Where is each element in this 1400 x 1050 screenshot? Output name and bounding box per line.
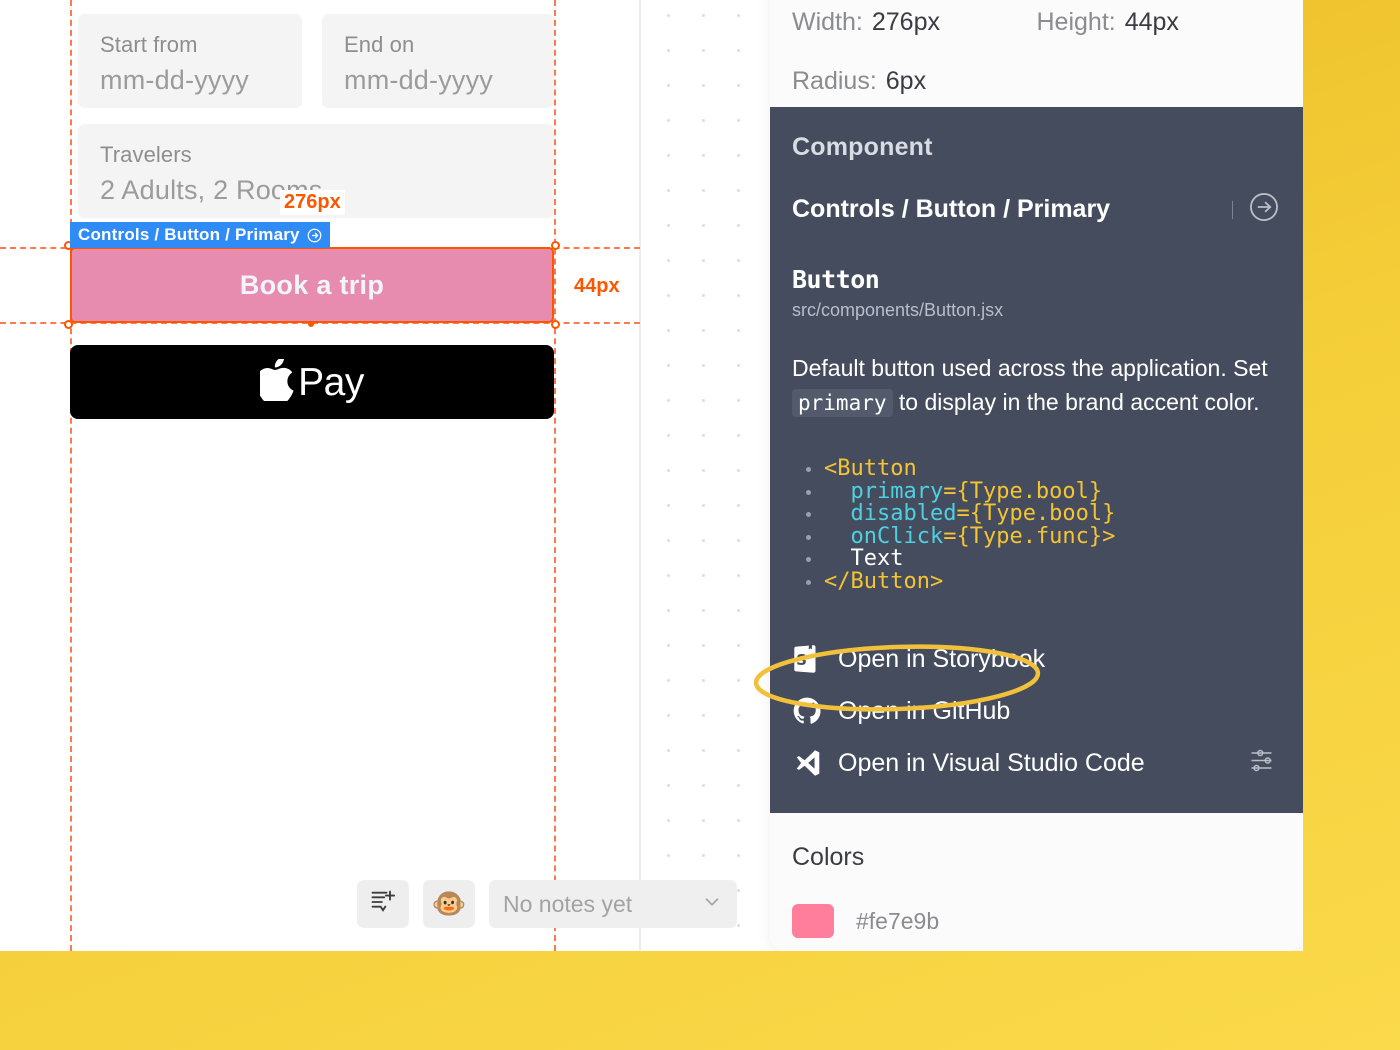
code-token: primary bbox=[851, 479, 944, 504]
code-token: ={Type.func}> bbox=[943, 524, 1115, 549]
code-token: Text bbox=[824, 546, 903, 571]
add-note-button[interactable] bbox=[357, 880, 409, 928]
apple-pay-button[interactable]: Pay bbox=[70, 345, 554, 419]
component-section-title: Component bbox=[792, 133, 1281, 162]
code-token: ={Type.bool} bbox=[956, 501, 1115, 526]
color-swatch[interactable] bbox=[792, 904, 834, 938]
code-token: onClick bbox=[851, 524, 944, 549]
color-swatch-row[interactable]: #fe7e9b bbox=[792, 904, 1281, 938]
component-file-path: src/components/Button.jsx bbox=[792, 300, 1281, 321]
code-line: Text bbox=[806, 548, 1281, 571]
color-hex-label: #fe7e9b bbox=[856, 908, 939, 935]
code-line: </Button> bbox=[806, 571, 1281, 594]
component-description: Default button used across the applicati… bbox=[792, 351, 1281, 420]
resize-handle-top-right[interactable] bbox=[551, 241, 560, 250]
settings-sliders-icon[interactable] bbox=[1249, 746, 1279, 781]
resize-handle-bottom-left[interactable] bbox=[64, 320, 73, 329]
arrow-circle-right-icon[interactable] bbox=[307, 228, 322, 243]
link-open-in-vscode[interactable]: Open in Visual Studio Code bbox=[792, 737, 1281, 789]
component-tag-chip[interactable]: Controls / Button / Primary bbox=[70, 222, 330, 248]
metric-width: Width: 276px bbox=[792, 8, 1037, 37]
monkey-face-avatar: 🐵 bbox=[432, 890, 467, 918]
component-path-label: Controls / Button / Primary bbox=[792, 195, 1110, 224]
metric-width-key: Width: bbox=[792, 8, 863, 37]
primary-button-selection: Book a trip bbox=[70, 247, 554, 323]
divider bbox=[1232, 201, 1233, 219]
code-line: onClick={Type.func}> bbox=[806, 526, 1281, 549]
metric-height-value: 44px bbox=[1125, 8, 1179, 37]
code-token: <Button bbox=[824, 456, 917, 481]
colors-section-title: Colors bbox=[792, 843, 1281, 872]
metric-row-radius: Radius: 6px bbox=[792, 67, 1281, 96]
end-date-value: mm-dd-yyyy bbox=[344, 60, 532, 100]
metric-radius: Radius: 6px bbox=[792, 67, 1054, 96]
description-inline-code: primary bbox=[792, 389, 893, 417]
travelers-label: Travelers bbox=[100, 140, 532, 170]
resize-handle-bottom-right[interactable] bbox=[551, 320, 560, 329]
code-token bbox=[824, 524, 851, 549]
component-path-row[interactable]: Controls / Button / Primary bbox=[792, 190, 1281, 229]
code-line: disabled={Type.bool} bbox=[806, 503, 1281, 526]
avatar-button[interactable]: 🐵 bbox=[423, 880, 475, 928]
vscode-icon bbox=[792, 748, 822, 778]
resize-handle-bottom-middle[interactable] bbox=[308, 321, 314, 327]
chevron-down-icon[interactable] bbox=[701, 891, 723, 918]
metric-radius-key: Radius: bbox=[792, 67, 877, 96]
book-a-trip-label: Book a trip bbox=[240, 270, 384, 301]
metric-row-size: Width: 276px Height: 44px bbox=[792, 8, 1281, 37]
description-text-after: to display in the brand accent color. bbox=[893, 389, 1260, 415]
metric-radius-value: 6px bbox=[886, 67, 926, 96]
notes-dropdown-label: No notes yet bbox=[503, 891, 632, 918]
component-name: Button bbox=[792, 265, 1281, 294]
component-code-snippet: <Button primary={Type.bool} disabled={Ty… bbox=[792, 458, 1281, 593]
start-date-value: mm-dd-yyyy bbox=[100, 60, 280, 100]
colors-section: Colors #fe7e9b bbox=[770, 813, 1303, 938]
github-link-label: Open in GitHub bbox=[838, 697, 1010, 726]
note-add-icon bbox=[369, 888, 397, 921]
component-links: S Open in Storybook Open in GitHub bbox=[792, 633, 1281, 789]
code-token: disabled bbox=[851, 501, 957, 526]
code-token bbox=[824, 479, 851, 504]
link-open-in-storybook[interactable]: S Open in Storybook bbox=[792, 633, 1281, 685]
apple-pay-label: Pay bbox=[298, 363, 364, 402]
start-date-field[interactable]: Start from mm-dd-yyyy bbox=[78, 14, 302, 108]
end-date-label: End on bbox=[344, 30, 532, 60]
dot-grid-background bbox=[640, 0, 770, 951]
storybook-icon: S bbox=[792, 644, 822, 674]
apple-logo-icon bbox=[260, 359, 294, 406]
link-open-in-github[interactable]: Open in GitHub bbox=[792, 685, 1281, 737]
github-icon bbox=[792, 696, 822, 726]
arrow-circle-right-icon[interactable] bbox=[1247, 190, 1281, 229]
component-section: Component Controls / Button / Primary Bu… bbox=[770, 107, 1303, 813]
code-token: </Button> bbox=[824, 569, 943, 594]
notes-dropdown[interactable]: No notes yet bbox=[489, 880, 737, 928]
code-token: ={Type.bool} bbox=[943, 479, 1102, 504]
book-a-trip-button[interactable]: Book a trip bbox=[70, 247, 554, 323]
bottom-toolbar: 🐵 No notes yet bbox=[357, 880, 737, 928]
inspector-panel: Width: 276px Height: 44px Radius: 6px Co… bbox=[770, 0, 1303, 951]
height-measurement-badge: 44px bbox=[570, 274, 624, 299]
svg-text:S: S bbox=[796, 651, 807, 669]
design-canvas: Start from mm-dd-yyyy End on mm-dd-yyyy … bbox=[0, 0, 1303, 951]
width-measurement-badge: 276px bbox=[280, 190, 345, 215]
component-path-actions bbox=[1232, 190, 1281, 229]
description-text-before: Default button used across the applicati… bbox=[792, 355, 1268, 381]
code-token bbox=[824, 501, 851, 526]
end-date-field[interactable]: End on mm-dd-yyyy bbox=[322, 14, 554, 108]
code-line: primary={Type.bool} bbox=[806, 481, 1281, 504]
guide-vertical-right bbox=[554, 0, 556, 951]
vscode-link-label: Open in Visual Studio Code bbox=[838, 749, 1145, 778]
metrics-section: Width: 276px Height: 44px Radius: 6px bbox=[770, 0, 1303, 107]
metric-height-key: Height: bbox=[1037, 8, 1116, 37]
storybook-link-label: Open in Storybook bbox=[838, 645, 1045, 674]
guide-vertical-left bbox=[70, 0, 72, 951]
start-date-label: Start from bbox=[100, 30, 280, 60]
component-chip-label: Controls / Button / Primary bbox=[78, 225, 300, 245]
code-line: <Button bbox=[806, 458, 1281, 481]
metric-height: Height: 44px bbox=[1037, 8, 1282, 37]
metric-width-value: 276px bbox=[872, 8, 940, 37]
